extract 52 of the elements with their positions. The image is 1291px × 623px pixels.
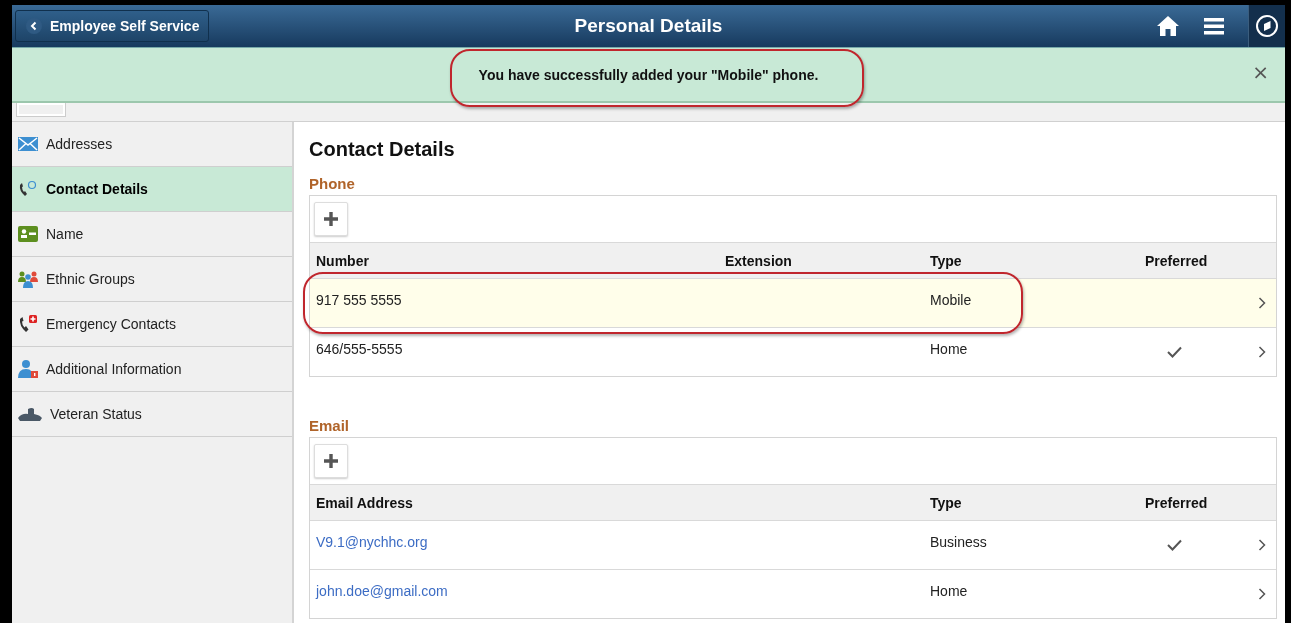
table-cell: Home bbox=[930, 341, 968, 357]
phone-row[interactable]: 917 555 5555 Mobile bbox=[310, 278, 1276, 327]
plus-icon bbox=[324, 454, 338, 468]
people-icon bbox=[18, 270, 38, 288]
column-header: Preferred bbox=[1145, 252, 1208, 269]
sidebar-item[interactable]: Name bbox=[12, 212, 292, 257]
table-cell: Mobile bbox=[930, 292, 972, 308]
sidebar-item[interactable]: Contact Details bbox=[12, 167, 292, 212]
close-button[interactable]: × bbox=[1248, 60, 1273, 84]
section-title: Contact Details bbox=[309, 138, 456, 161]
email-row[interactable]: john.doe@gmail.com Home bbox=[310, 569, 1276, 618]
column-header: Preferred bbox=[1145, 494, 1208, 511]
add-button[interactable] bbox=[314, 202, 348, 236]
page-title: Personal Details bbox=[574, 15, 723, 37]
person-lock-icon bbox=[18, 359, 38, 379]
envelope-icon bbox=[18, 137, 38, 151]
menu-icon[interactable] bbox=[1204, 17, 1224, 35]
chevron-right-icon bbox=[1258, 588, 1266, 600]
phone-row[interactable]: 646/555-5555 Home bbox=[310, 327, 1276, 376]
table-cell: Business bbox=[930, 534, 987, 550]
phone-cross-icon bbox=[18, 314, 38, 334]
email-link[interactable]: V9.1@nychhc.org bbox=[316, 534, 428, 550]
group-label: Phone bbox=[309, 175, 356, 192]
home-icon[interactable] bbox=[1156, 15, 1180, 37]
sidebar-item[interactable]: Ethnic Groups bbox=[12, 257, 292, 302]
plus-icon bbox=[324, 212, 338, 226]
sidebar-item[interactable]: Additional Information bbox=[12, 347, 292, 392]
success-message: You have successfully added your "Mobile" phone. bbox=[478, 66, 819, 83]
back-icon bbox=[26, 18, 42, 34]
group-label: Email bbox=[309, 417, 351, 434]
back-button[interactable]: Employee Self Service bbox=[15, 10, 209, 42]
column-header: Extension bbox=[725, 252, 792, 269]
chevron-right-icon bbox=[1258, 539, 1266, 551]
table-cell: Home bbox=[930, 583, 968, 599]
id-card-icon bbox=[18, 226, 38, 242]
sidebar-item[interactable]: Veteran Status bbox=[12, 392, 292, 437]
military-cap-icon bbox=[18, 406, 42, 422]
column-header: Type bbox=[930, 494, 962, 511]
column-header: Email Address bbox=[316, 494, 413, 511]
chevron-right-icon bbox=[1258, 297, 1266, 309]
table-cell: 917 555 5555 bbox=[316, 292, 402, 308]
column-header: Number bbox=[316, 252, 369, 269]
table-cell: 646/555-5555 bbox=[316, 341, 403, 357]
compass-button[interactable] bbox=[1248, 5, 1285, 47]
email-row[interactable]: V9.1@nychhc.org Business bbox=[310, 520, 1276, 569]
email-link[interactable]: john.doe@gmail.com bbox=[316, 583, 448, 599]
compass-icon bbox=[1255, 14, 1279, 38]
add-button[interactable] bbox=[314, 444, 348, 478]
chevron-right-icon bbox=[1258, 346, 1266, 358]
phone-at-icon bbox=[18, 180, 38, 198]
column-header: Type bbox=[930, 252, 962, 269]
sidebar-item[interactable]: Emergency Contacts bbox=[12, 302, 292, 347]
